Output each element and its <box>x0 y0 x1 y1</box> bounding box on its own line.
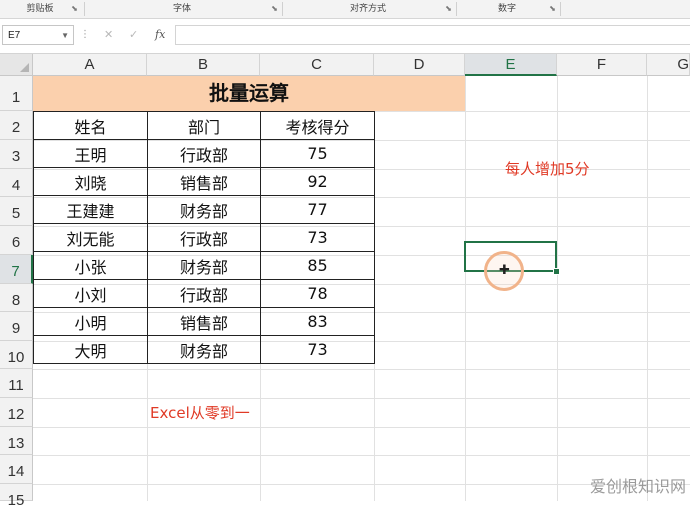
data-table: 姓名 部门 考核得分 王明 行政部 75 刘晓 销售部 92 王建建 财务部 7… <box>33 111 375 364</box>
dialog-launcher-icon[interactable]: ⬊ <box>445 5 452 13</box>
row-header-2[interactable]: 2 <box>0 111 33 140</box>
formula-input[interactable] <box>175 25 690 45</box>
name-cell[interactable]: 刘无能 <box>33 223 148 252</box>
table-row: 小张 财务部 85 <box>33 251 375 280</box>
formula-bar: E7 ▼ ⋮ ✕ ✓ fx <box>0 19 690 54</box>
ribbon-group-label: 字体 <box>172 4 191 14</box>
header-cell-department[interactable]: 部门 <box>147 111 261 140</box>
row-header-15[interactable]: 15 <box>0 484 33 509</box>
department-cell[interactable]: 行政部 <box>147 139 261 168</box>
name-cell[interactable]: 小张 <box>33 251 148 280</box>
department-cell[interactable]: 财务部 <box>147 335 261 364</box>
column-header-a[interactable]: A <box>33 54 147 76</box>
row-header-7[interactable]: 7 <box>0 255 33 284</box>
ribbon-group-label: 数字 <box>497 4 516 14</box>
name-cell[interactable]: 大明 <box>33 335 148 364</box>
row-header-9[interactable]: 9 <box>0 312 33 341</box>
dialog-launcher-icon[interactable]: ⬊ <box>71 5 78 13</box>
header-cell-name[interactable]: 姓名 <box>33 111 148 140</box>
watermark-text: 爱创根知识网 <box>589 477 686 496</box>
ribbon-divider <box>560 2 561 16</box>
ribbon-group-label: 剪贴板 <box>26 4 54 14</box>
column-header-e[interactable]: E <box>465 54 557 76</box>
dialog-launcher-icon[interactable]: ⬊ <box>549 5 556 13</box>
dialog-launcher-icon[interactable]: ⬊ <box>271 5 278 13</box>
row-header-1[interactable]: 1 <box>0 76 33 111</box>
ribbon-group-font[interactable]: 字体 ⬊ <box>84 0 280 18</box>
score-cell[interactable]: 75 <box>260 139 375 168</box>
score-cell[interactable]: 92 <box>260 167 375 196</box>
ribbon-group-number[interactable]: 数字 ⬊ <box>456 0 558 18</box>
row-header-5[interactable]: 5 <box>0 197 33 226</box>
department-cell[interactable]: 财务部 <box>147 195 261 224</box>
name-cell[interactable]: 小刘 <box>33 279 148 308</box>
brand-annotation: Excel从零到一 <box>150 404 250 422</box>
name-cell[interactable]: 刘晓 <box>33 167 148 196</box>
column-header-g[interactable]: G <box>647 54 690 76</box>
cancel-icon[interactable]: ✕ <box>104 27 113 43</box>
row-header-3[interactable]: 3 <box>0 140 33 169</box>
row-header-13[interactable]: 13 <box>0 427 33 455</box>
column-header-f[interactable]: F <box>557 54 647 76</box>
row-header-6[interactable]: 6 <box>0 226 33 255</box>
select-all-button[interactable] <box>0 54 33 76</box>
table-row: 小刘 行政部 78 <box>33 279 375 308</box>
gridline <box>33 369 690 370</box>
ribbon-group-clipboard[interactable]: 剪贴板 ⬊ <box>0 0 80 18</box>
name-box-value: E7 <box>8 30 21 41</box>
row-header-12[interactable]: 12 <box>0 398 33 427</box>
ribbon-group-label: 对齐方式 <box>349 4 386 14</box>
table-row: 王建建 财务部 77 <box>33 195 375 224</box>
name-box[interactable]: E7 ▼ <box>2 25 74 45</box>
column-header-b[interactable]: B <box>147 54 260 76</box>
ribbon-group-bar: 剪贴板 ⬊ 字体 ⬊ 对齐方式 ⬊ 数字 ⬊ <box>0 0 690 19</box>
row-header-10[interactable]: 10 <box>0 341 33 369</box>
table-title-cell[interactable]: 批量运算 <box>33 76 465 111</box>
table-row: 刘无能 行政部 73 <box>33 223 375 252</box>
score-cell[interactable]: 78 <box>260 279 375 308</box>
table-row: 大明 财务部 73 <box>33 335 375 364</box>
chevron-down-icon[interactable]: ▼ <box>61 26 69 46</box>
gridline <box>33 455 690 456</box>
row-header-8[interactable]: 8 <box>0 284 33 312</box>
name-cell[interactable]: 王明 <box>33 139 148 168</box>
department-cell[interactable]: 行政部 <box>147 223 261 252</box>
enter-check-icon[interactable]: ✓ <box>129 27 138 43</box>
score-cell[interactable]: 73 <box>260 223 375 252</box>
column-header-c[interactable]: C <box>260 54 374 76</box>
name-cell[interactable]: 小明 <box>33 307 148 336</box>
score-cell[interactable]: 83 <box>260 307 375 336</box>
column-header-d[interactable]: D <box>374 54 465 76</box>
table-row: 王明 行政部 75 <box>33 139 375 168</box>
row-header-4[interactable]: 4 <box>0 169 33 197</box>
row-header-11[interactable]: 11 <box>0 369 33 398</box>
table-header-row: 姓名 部门 考核得分 <box>33 111 375 140</box>
drag-handle-icon[interactable]: ⋮ <box>80 29 90 41</box>
department-cell[interactable]: 销售部 <box>147 307 261 336</box>
ribbon-group-alignment[interactable]: 对齐方式 ⬊ <box>282 0 454 18</box>
score-cell[interactable]: 73 <box>260 335 375 364</box>
gridline <box>33 427 690 428</box>
table-row: 刘晓 销售部 92 <box>33 167 375 196</box>
department-cell[interactable]: 销售部 <box>147 167 261 196</box>
table-row: 小明 销售部 83 <box>33 307 375 336</box>
row-header-14[interactable]: 14 <box>0 455 33 484</box>
gridline <box>33 398 690 399</box>
name-cell[interactable]: 王建建 <box>33 195 148 224</box>
insert-function-icon[interactable]: fx <box>155 27 165 43</box>
department-cell[interactable]: 行政部 <box>147 279 261 308</box>
department-cell[interactable]: 财务部 <box>147 251 261 280</box>
score-cell[interactable]: 77 <box>260 195 375 224</box>
fill-handle[interactable] <box>553 268 560 275</box>
cell-cursor-icon: ✚ <box>499 263 510 278</box>
score-cell[interactable]: 85 <box>260 251 375 280</box>
header-cell-score[interactable]: 考核得分 <box>260 111 375 140</box>
tip-annotation: 每人增加5分 <box>505 160 590 178</box>
